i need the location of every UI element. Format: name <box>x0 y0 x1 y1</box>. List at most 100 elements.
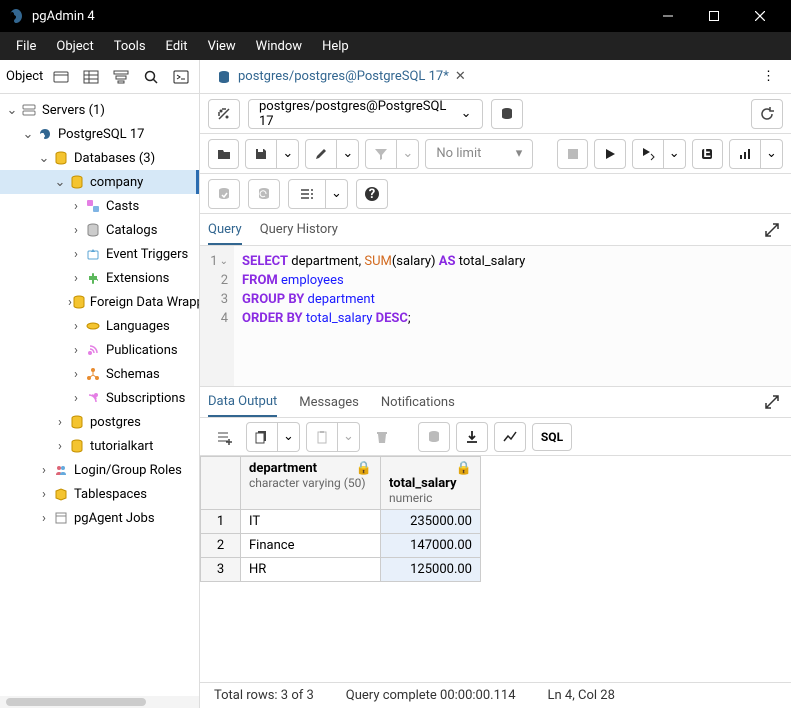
filter-button[interactable] <box>365 139 397 169</box>
close-tab-icon[interactable]: ✕ <box>455 69 466 84</box>
copy-button[interactable] <box>246 422 278 452</box>
filter-dropdown[interactable]: ⌄ <box>397 139 419 169</box>
macros-button[interactable] <box>288 179 326 209</box>
menu-file[interactable]: File <box>8 35 44 58</box>
chevron-down-icon: ▾ <box>516 146 523 161</box>
save-dropdown[interactable]: ⌄ <box>277 139 299 169</box>
database-icon <box>68 413 86 431</box>
rownum-header[interactable] <box>201 457 241 510</box>
graph-icon[interactable] <box>494 422 526 452</box>
status-rows: Total rows: 3 of 3 <box>214 688 314 703</box>
menu-help[interactable]: Help <box>314 35 357 58</box>
delete-row-icon[interactable] <box>366 422 398 452</box>
menu-object[interactable]: Object <box>48 35 101 58</box>
expand-icon[interactable] <box>761 219 783 241</box>
edit-button[interactable] <box>305 139 337 169</box>
tree-servers[interactable]: ⌄Servers (1) <box>0 98 199 122</box>
chevron-down-icon: ⌄ <box>461 106 472 121</box>
more-menu-icon[interactable]: ⋮ <box>754 65 783 88</box>
menu-tools[interactable]: Tools <box>106 35 154 58</box>
tree-event-triggers[interactable]: ›Event Triggers <box>0 242 199 266</box>
tree-tablespaces[interactable]: ›Tablespaces <box>0 482 199 506</box>
menu-edit[interactable]: Edit <box>158 35 196 58</box>
event-triggers-icon <box>84 245 102 263</box>
connection-status-icon[interactable] <box>208 99 240 129</box>
tree-extensions[interactable]: ›Extensions <box>0 266 199 290</box>
limit-select[interactable]: No limit ▾ <box>425 139 533 169</box>
tablespaces-icon <box>52 485 70 503</box>
paste-button[interactable] <box>306 422 338 452</box>
rollback-icon[interactable] <box>248 179 280 209</box>
stop-button[interactable] <box>557 139 588 169</box>
table-row[interactable]: 3HR125000.00 <box>201 558 481 582</box>
maximize-button[interactable] <box>691 0 737 32</box>
result-grid[interactable]: 🔒 department character varying (50) 🔒 to… <box>200 456 791 682</box>
sql-code[interactable]: SELECT department, SUM(salary) AS total_… <box>234 246 525 386</box>
tab-query[interactable]: Query <box>208 216 242 245</box>
explain-button[interactable]: E <box>692 139 723 169</box>
save-data-icon[interactable] <box>418 422 450 452</box>
menu-window[interactable]: Window <box>248 35 310 58</box>
minimize-button[interactable] <box>645 0 691 32</box>
execute-button[interactable] <box>594 139 625 169</box>
tree-postgres-db[interactable]: ›postgres <box>0 410 199 434</box>
close-button[interactable] <box>737 0 783 32</box>
tree-publications[interactable]: ›Publications <box>0 338 199 362</box>
execute-options-button[interactable] <box>632 139 664 169</box>
open-file-button[interactable] <box>208 139 239 169</box>
object-tree[interactable]: ⌄Servers (1) ⌄PostgreSQL 17 ⌄Databases (… <box>0 94 199 696</box>
expand-output-icon[interactable] <box>761 391 783 413</box>
tab-query-history[interactable]: Query History <box>260 216 338 243</box>
query-toolbar: ⌄ ⌄ ⌄ No limit ▾ ⌄ E <box>200 134 791 174</box>
tree-languages[interactable]: ›Languages <box>0 314 199 338</box>
tab-notifications[interactable]: Notifications <box>381 389 455 416</box>
tree-databases[interactable]: ⌄Databases (3) <box>0 146 199 170</box>
tree-catalogs[interactable]: ›Catalogs <box>0 218 199 242</box>
search-icon[interactable] <box>139 65 163 89</box>
commit-icon[interactable] <box>208 179 240 209</box>
edit-dropdown[interactable]: ⌄ <box>337 139 359 169</box>
explain-dropdown[interactable]: ⌄ <box>761 139 783 169</box>
query-toolbar-2: ⌄ ? <box>200 174 791 214</box>
explain-analyze-button[interactable] <box>729 139 761 169</box>
tree-tutorialkart-db[interactable]: ›tutorialkart <box>0 434 199 458</box>
connection-row: postgres/postgres@PostgreSQL 17 ⌄ <box>200 94 791 134</box>
tree-fdw[interactable]: ›Foreign Data Wrappers <box>0 290 199 314</box>
psql-icon[interactable] <box>169 65 193 89</box>
tab-messages[interactable]: Messages <box>299 389 359 416</box>
view-data-icon[interactable] <box>79 65 103 89</box>
sql-editor[interactable]: 1⌄ 234 SELECT department, SUM(salary) AS… <box>200 246 791 386</box>
tab-data-output[interactable]: Data Output <box>208 388 277 417</box>
editor-tab[interactable]: postgres/postgres@PostgreSQL 17* ✕ <box>208 63 474 91</box>
copy-dropdown[interactable]: ⌄ <box>278 422 300 452</box>
col-department[interactable]: 🔒 department character varying (50) <box>241 457 381 510</box>
tree-pgagent[interactable]: ›pgAgent Jobs <box>0 506 199 530</box>
add-row-icon[interactable] <box>208 422 240 452</box>
paste-dropdown[interactable]: ⌄ <box>338 422 360 452</box>
main-panel: postgres/postgres@PostgreSQL 17* ✕ ⋮ pos… <box>200 60 791 708</box>
connection-select[interactable]: postgres/postgres@PostgreSQL 17 ⌄ <box>248 99 483 129</box>
execute-dropdown[interactable]: ⌄ <box>664 139 686 169</box>
languages-icon <box>84 317 102 335</box>
new-connection-icon[interactable] <box>491 99 523 129</box>
connection-label: postgres/postgres@PostgreSQL 17 <box>259 99 461 129</box>
tree-casts[interactable]: ›Casts <box>0 194 199 218</box>
col-total-salary[interactable]: 🔒 total_salary numeric <box>381 457 481 510</box>
tree-subscriptions[interactable]: ›Subscriptions <box>0 386 199 410</box>
query-tool-icon[interactable] <box>49 65 73 89</box>
tree-pg17[interactable]: ⌄PostgreSQL 17 <box>0 122 199 146</box>
reset-layout-icon[interactable] <box>751 99 783 129</box>
tree-schemas[interactable]: ›Schemas <box>0 362 199 386</box>
macros-dropdown[interactable]: ⌄ <box>326 179 348 209</box>
download-icon[interactable] <box>456 422 488 452</box>
filter-rows-icon[interactable] <box>109 65 133 89</box>
table-row[interactable]: 1IT235000.00 <box>201 510 481 534</box>
menu-view[interactable]: View <box>200 35 244 58</box>
tree-company[interactable]: ⌄company <box>0 170 199 194</box>
sidebar-scrollbar[interactable] <box>0 696 199 708</box>
save-button[interactable] <box>245 139 277 169</box>
tree-login-roles[interactable]: ›Login/Group Roles <box>0 458 199 482</box>
help-icon[interactable]: ? <box>356 179 388 209</box>
table-row[interactable]: 2Finance147000.00 <box>201 534 481 558</box>
sql-view-button[interactable]: SQL <box>532 423 572 451</box>
